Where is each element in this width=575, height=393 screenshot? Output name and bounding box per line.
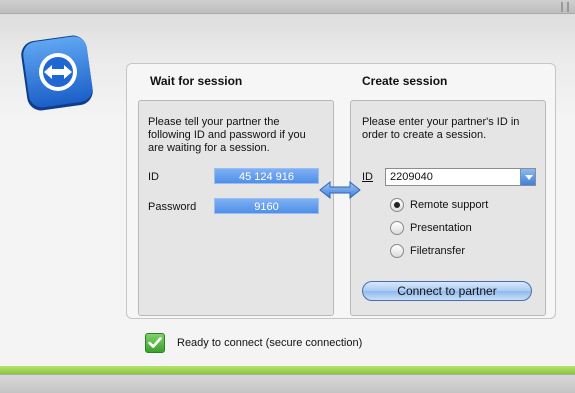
chevron-down-icon[interactable] — [520, 169, 535, 185]
footer-bar — [0, 374, 575, 393]
double-arrow-icon — [319, 180, 361, 200]
my-id-label: ID — [148, 171, 159, 183]
radio-filetransfer-label[interactable]: Filetransfer — [410, 245, 465, 257]
window-top-bar — [0, 0, 575, 14]
password-value[interactable]: 9160 — [214, 198, 319, 214]
connect-to-partner-button[interactable]: Connect to partner — [362, 281, 532, 301]
radio-remote-support-button[interactable] — [390, 198, 404, 212]
connection-status-text: Ready to connect (secure connection) — [177, 337, 363, 349]
password-label: Password — [148, 201, 197, 213]
partner-id-combobox[interactable]: 2209040 — [385, 168, 536, 186]
partner-id-label: ID — [362, 171, 373, 183]
radio-presentation-button[interactable] — [390, 221, 404, 235]
my-id-value[interactable]: 45 124 916 — [214, 168, 319, 184]
create-session-heading: Create session — [362, 74, 448, 88]
radio-filetransfer-button[interactable] — [390, 244, 404, 258]
checkmark-icon — [145, 333, 165, 353]
partner-id-input[interactable]: 2209040 — [390, 171, 433, 183]
wait-description: Please tell your partner the following I… — [148, 116, 306, 154]
create-description: Please enter your partner's ID in order … — [362, 116, 520, 141]
teamviewer-logo-icon — [21, 35, 93, 111]
resize-grip-icon — [561, 2, 569, 12]
radio-presentation-label[interactable]: Presentation — [410, 222, 472, 234]
radio-remote-support-label[interactable]: Remote support — [410, 199, 488, 211]
footer-accent-bar — [0, 366, 575, 374]
wait-for-session-heading: Wait for session — [150, 74, 243, 88]
